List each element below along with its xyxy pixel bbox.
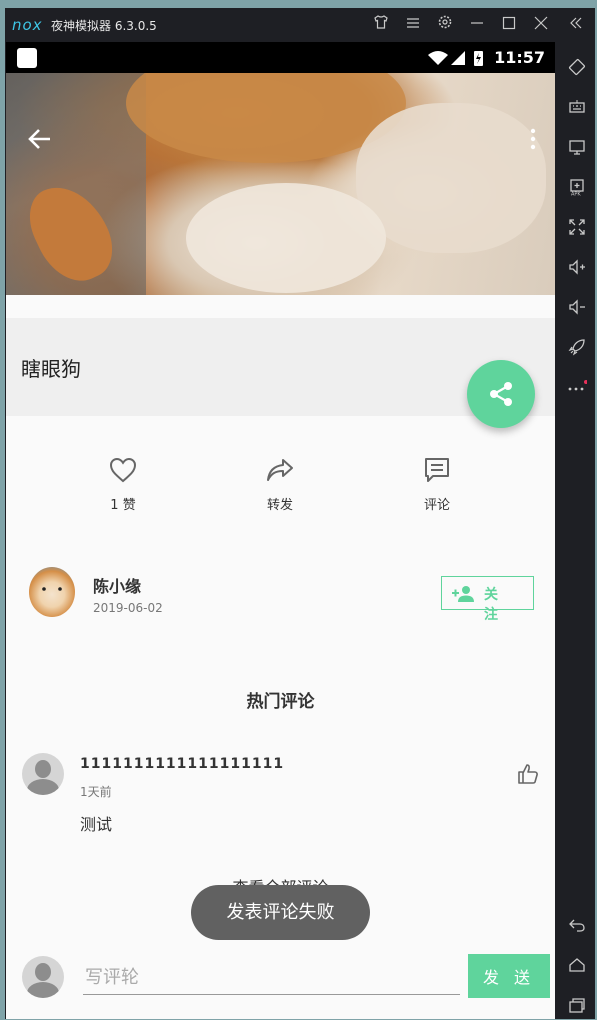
status-bar: 11:57: [6, 42, 555, 73]
follow-button[interactable]: 关 注: [441, 576, 534, 623]
recents-icon[interactable]: [566, 996, 588, 1018]
home-icon[interactable]: [566, 956, 588, 978]
send-button[interactable]: 发 送: [468, 954, 550, 998]
volume-up-icon[interactable]: [566, 258, 588, 280]
author-name[interactable]: 陈小缘: [93, 573, 141, 597]
emulator-title: 夜神模拟器 6.3.0.5: [51, 19, 157, 33]
rocket-icon[interactable]: [566, 338, 588, 360]
add-person-icon: [452, 586, 474, 602]
back-icon[interactable]: [566, 916, 588, 938]
notification-icon: [17, 48, 37, 68]
commenter-avatar[interactable]: [22, 753, 64, 795]
post-title: 瞎眼狗: [21, 357, 81, 381]
menu-icon[interactable]: [402, 14, 424, 36]
comment-action[interactable]: 评论: [397, 456, 477, 513]
author-avatar[interactable]: [29, 567, 75, 617]
repost-label: 转发: [266, 498, 293, 513]
comment-username[interactable]: 1111111111111111111: [80, 756, 284, 772]
heart-icon: [109, 457, 137, 483]
settings-icon[interactable]: [434, 14, 456, 36]
repost-action[interactable]: 转发: [240, 456, 320, 513]
emulator-sidebar: APK: [560, 42, 595, 1019]
share-icon: [490, 382, 512, 406]
maximize-icon[interactable]: [498, 14, 520, 36]
comment-icon: [425, 458, 449, 482]
like-action[interactable]: 1 赞: [83, 456, 163, 513]
like-count: 1 赞: [110, 498, 136, 513]
collapse-icon[interactable]: [565, 14, 587, 36]
thumbs-up-icon[interactable]: [517, 763, 539, 785]
phone-screen: 11:57 瞎眼狗 1 赞 转发 评论 陈小缘 2019-06-02 关 注 热…: [6, 42, 555, 1019]
comment-text: 测试: [80, 815, 113, 834]
clock: 11:57: [494, 48, 545, 67]
volume-down-icon[interactable]: [566, 298, 588, 320]
more-vert-icon[interactable]: [529, 127, 537, 151]
toast-message: 发表评论失败: [191, 885, 370, 940]
keyboard-icon[interactable]: [566, 98, 588, 120]
back-arrow-icon[interactable]: [26, 125, 54, 153]
shirt-icon[interactable]: [370, 14, 392, 36]
comment-label: 评论: [423, 498, 450, 513]
post-image: [6, 73, 555, 295]
comment-input[interactable]: [83, 962, 460, 995]
rotate-icon[interactable]: [566, 58, 588, 80]
post-date: 2019-06-02: [93, 601, 163, 615]
svg-text:APK: APK: [571, 192, 581, 197]
follow-label: 关 注: [484, 587, 504, 623]
share-fab[interactable]: [467, 360, 535, 428]
minimize-icon[interactable]: [466, 14, 488, 36]
my-avatar: [22, 956, 64, 998]
nox-logo: nox: [12, 16, 43, 34]
close-icon[interactable]: [530, 14, 552, 36]
hot-comments-title: 热门评论: [246, 692, 315, 712]
signal-icons: [428, 51, 483, 66]
comment-time: 1天前: [80, 785, 112, 799]
emulator-titlebar: nox 夜神模拟器 6.3.0.5: [5, 8, 595, 42]
fullscreen-icon[interactable]: [566, 218, 588, 240]
forward-icon: [267, 459, 293, 481]
apk-icon[interactable]: APK: [566, 178, 588, 200]
more-icon[interactable]: [566, 378, 588, 400]
screen-icon[interactable]: [566, 138, 588, 160]
